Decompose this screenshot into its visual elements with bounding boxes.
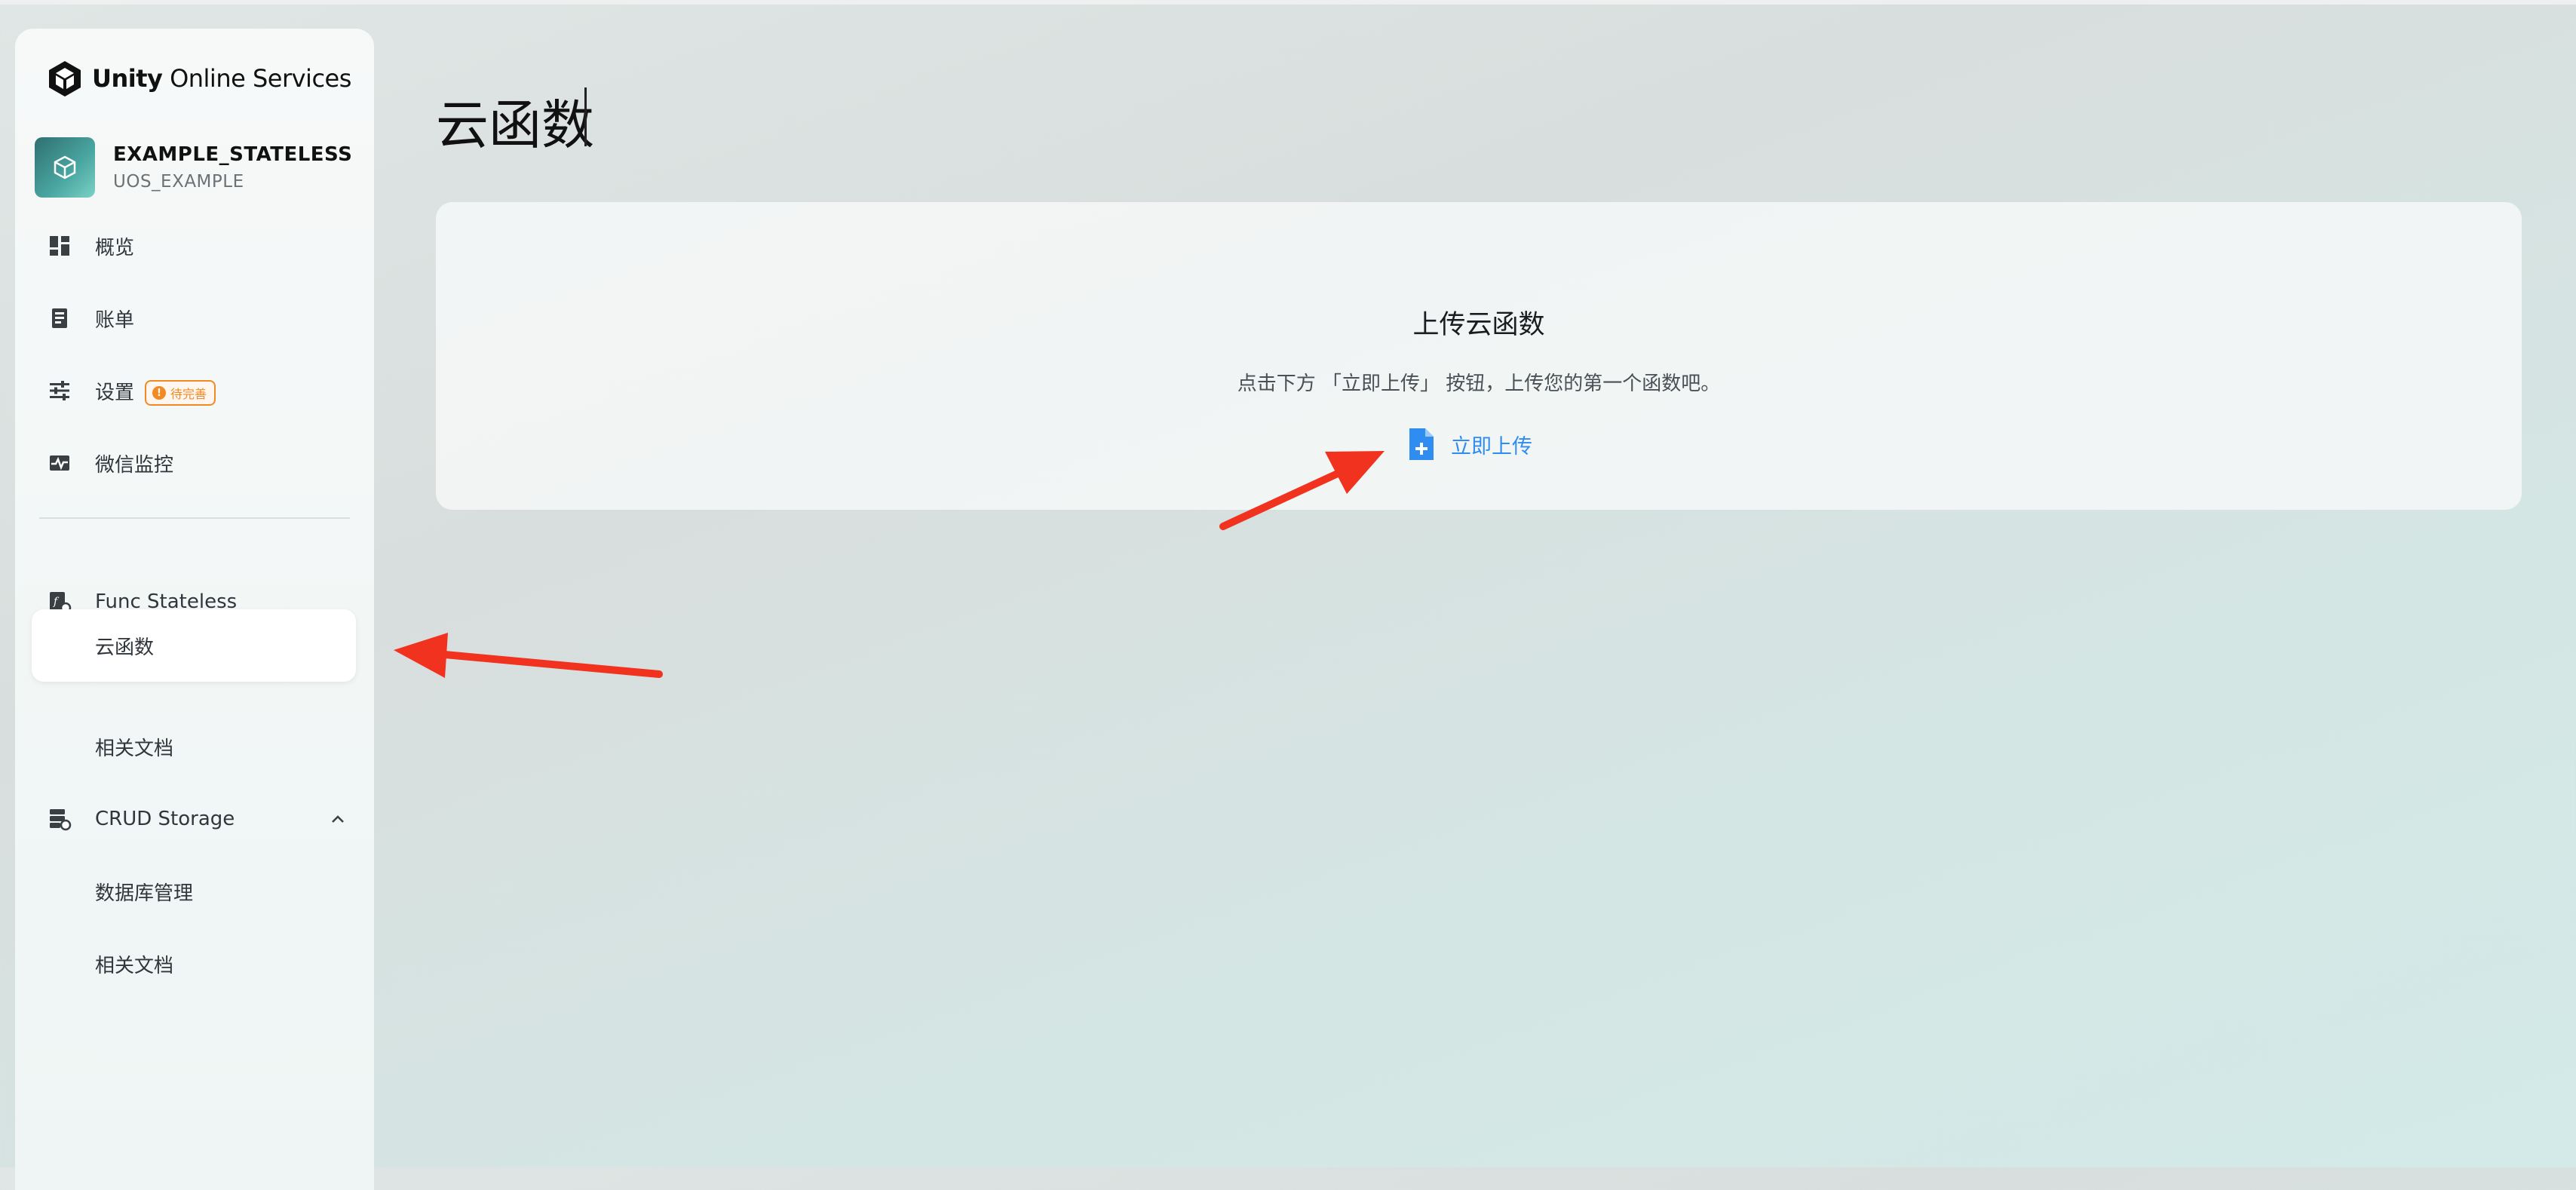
sidebar-item-settings[interactable]: 设置 ! 待完善 bbox=[15, 357, 359, 425]
sidebar-group-label: CRUD Storage bbox=[95, 808, 235, 830]
brand-name: Unity Online Services bbox=[92, 64, 351, 93]
sidebar-item-func-docs[interactable]: 相关文档 bbox=[15, 713, 359, 781]
sidebar-item-cloud-functions[interactable]: 云函数 bbox=[32, 609, 356, 682]
chevron-up-icon[interactable] bbox=[326, 807, 350, 831]
sidebar-item-label: 微信监控 bbox=[95, 453, 174, 477]
sidebar-item-overview[interactable]: 概览 bbox=[15, 212, 359, 280]
sidebar-item-label: 云函数 bbox=[95, 636, 155, 659]
upload-now-label: 立即上传 bbox=[1451, 434, 1532, 459]
sidebar-item-label: 相关文档 bbox=[95, 737, 174, 760]
project-name: EXAMPLE_STATELESS bbox=[113, 143, 353, 166]
dashboard-icon bbox=[47, 233, 72, 259]
monitor-pulse-icon bbox=[47, 450, 72, 476]
status-badge: ! 待完善 bbox=[145, 380, 216, 406]
project-selector[interactable]: EXAMPLE_STATELESS UOS_EXAMPLE bbox=[35, 137, 352, 198]
brand-logo[interactable]: Unity Online Services bbox=[45, 59, 351, 98]
project-avatar bbox=[35, 137, 95, 198]
database-icon bbox=[47, 806, 72, 832]
annotation-arrows bbox=[394, 451, 1385, 678]
sliders-icon bbox=[47, 378, 72, 403]
badge-label: 待完善 bbox=[170, 387, 207, 401]
sidebar-item-label: 相关文档 bbox=[95, 954, 174, 977]
unity-logo-icon bbox=[49, 61, 81, 97]
page-title: 云函数 bbox=[436, 94, 594, 156]
text-caret bbox=[584, 87, 587, 146]
sidebar: Unity Online Services EXAMPLE_STATELESS … bbox=[15, 29, 374, 1190]
sidebar-item-label: 设置 bbox=[95, 381, 135, 404]
empty-state-description: 点击下方 「立即上传」 按钮，上传您的第一个函数吧。 bbox=[1237, 373, 1721, 395]
cube-icon bbox=[54, 155, 76, 179]
sidebar-item-label: 数据库管理 bbox=[95, 882, 194, 905]
sidebar-item-label: 账单 bbox=[95, 308, 135, 332]
sidebar-item-billing[interactable]: 账单 bbox=[15, 284, 359, 352]
sidebar-item-db-management[interactable]: 数据库管理 bbox=[15, 857, 359, 925]
sidebar-item-label: 概览 bbox=[95, 236, 135, 259]
annotation-arrow-to-cloud-functions bbox=[394, 633, 663, 678]
project-org: UOS_EXAMPLE bbox=[113, 172, 244, 192]
empty-state-card: 上传云函数 点击下方 「立即上传」 按钮，上传您的第一个函数吧。 立即上传 bbox=[436, 202, 2522, 510]
file-add-icon bbox=[1409, 428, 1434, 460]
empty-state-title: 上传云函数 bbox=[1412, 310, 1545, 340]
sidebar-group-crud-storage[interactable]: CRUD Storage bbox=[15, 785, 359, 853]
window-top-edge bbox=[0, 0, 2576, 5]
upload-now-button[interactable]: 立即上传 bbox=[1407, 427, 1532, 462]
sidebar-item-wechat-monitor[interactable]: 微信监控 bbox=[15, 429, 359, 497]
sidebar-item-crud-docs[interactable]: 相关文档 bbox=[15, 930, 359, 998]
sidebar-divider bbox=[39, 517, 350, 519]
info-icon: ! bbox=[152, 386, 166, 400]
receipt-icon bbox=[47, 305, 72, 331]
